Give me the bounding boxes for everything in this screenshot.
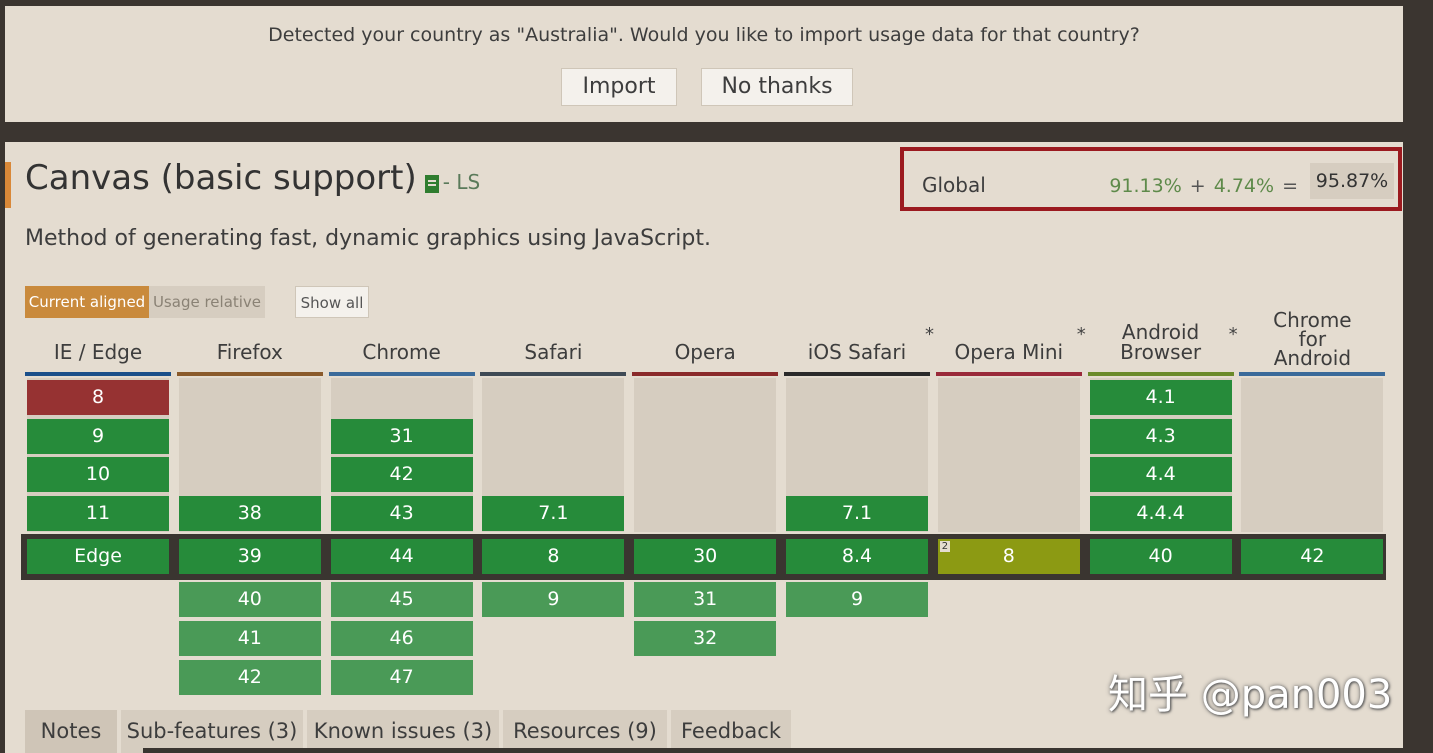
past-column-bg bbox=[634, 378, 777, 532]
past-column-bg bbox=[1241, 378, 1384, 532]
tab-notes[interactable]: Notes bbox=[25, 710, 117, 753]
global-label: Global bbox=[922, 173, 986, 197]
future-version-cell[interactable]: 42 bbox=[178, 659, 321, 695]
browser-color-bar bbox=[1239, 372, 1386, 376]
browser-color-bar bbox=[632, 372, 779, 376]
browser-name: iOS Safari bbox=[807, 340, 907, 364]
version-cell[interactable]: 7.1 bbox=[786, 496, 928, 532]
country-import-banner: Detected your country as "Australia". Wo… bbox=[5, 6, 1403, 122]
equals-sign: = bbox=[1282, 175, 1298, 197]
browser-name: Opera bbox=[674, 340, 736, 364]
show-all-button[interactable]: Show all bbox=[295, 286, 369, 318]
version-cell[interactable]: 9 bbox=[27, 418, 169, 454]
browser-color-bar bbox=[784, 372, 930, 376]
browser-header-1[interactable]: Firefox bbox=[176, 324, 323, 376]
version-cell[interactable]: 31 bbox=[330, 418, 473, 454]
global-partial: 4.74% bbox=[1213, 175, 1275, 197]
browser-header-3[interactable]: Safari bbox=[480, 324, 627, 376]
current-version-cell[interactable]: 42 bbox=[1241, 539, 1384, 574]
global-usage-box: Global 91.13% +4.74% = 95.87% bbox=[900, 147, 1402, 211]
document-icon[interactable] bbox=[424, 175, 439, 193]
current-version-cell[interactable]: 40 bbox=[1089, 539, 1232, 574]
feature-title: Canvas (basic support) bbox=[25, 158, 417, 198]
current-version-cell[interactable]: Edge bbox=[27, 539, 169, 574]
browser-header-7[interactable]: Android Browser * bbox=[1087, 320, 1238, 376]
version-cell[interactable]: 43 bbox=[330, 496, 473, 532]
window-edge bbox=[1405, 0, 1433, 753]
browser-name: Chrome for Android bbox=[1273, 308, 1352, 370]
note-asterisk: * bbox=[1228, 324, 1238, 345]
browser-color-bar bbox=[935, 372, 1082, 376]
browser-header-5[interactable]: iOS Safari * bbox=[784, 324, 934, 376]
feature-title-row: Canvas (basic support) - LS bbox=[25, 158, 480, 198]
future-version-cell[interactable]: 31 bbox=[634, 582, 777, 617]
usage-relative-toggle[interactable]: Usage relative bbox=[149, 286, 265, 318]
version-cell[interactable]: 4.3 bbox=[1089, 418, 1232, 454]
feature-description: Method of generating fast, dynamic graph… bbox=[25, 226, 711, 251]
browser-color-bar bbox=[480, 372, 627, 376]
browser-name: Android Browser bbox=[1120, 320, 1202, 364]
current-aligned-toggle[interactable]: Current aligned bbox=[25, 286, 149, 318]
version-cell[interactable]: 4.1 bbox=[1089, 379, 1232, 415]
current-version-cell[interactable]: 8 bbox=[482, 539, 625, 574]
note-asterisk: * bbox=[1076, 324, 1086, 345]
browser-color-bar bbox=[25, 372, 171, 376]
tab-resources[interactable]: Resources (9) bbox=[503, 710, 667, 753]
tab-underline bbox=[143, 748, 1403, 753]
current-version-cell[interactable]: 39 bbox=[178, 539, 321, 574]
import-button[interactable]: Import bbox=[561, 68, 677, 106]
tab-known-issues[interactable]: Known issues (3) bbox=[307, 710, 499, 753]
browser-name: Chrome bbox=[362, 340, 441, 364]
global-total: 95.87% bbox=[1310, 163, 1394, 199]
browser-name: IE / Edge bbox=[53, 340, 143, 364]
browser-header-2[interactable]: Chrome bbox=[328, 324, 475, 376]
banner-message: Detected your country as "Australia". Wo… bbox=[268, 24, 1140, 46]
version-cell[interactable]: 38 bbox=[178, 496, 321, 532]
current-version-cell[interactable]: 44 bbox=[330, 539, 473, 574]
current-version-cell[interactable]: 8.4 bbox=[786, 539, 928, 574]
version-cell[interactable]: 4.4.4 bbox=[1089, 496, 1232, 532]
version-cell[interactable]: 7.1 bbox=[482, 496, 625, 532]
browser-color-bar bbox=[328, 372, 475, 376]
future-version-cell[interactable]: 9 bbox=[482, 582, 625, 617]
browser-header-6[interactable]: Opera Mini * bbox=[935, 324, 1086, 376]
future-version-cell[interactable]: 47 bbox=[330, 659, 473, 695]
browser-color-bar bbox=[1087, 372, 1234, 376]
note-asterisk: * bbox=[925, 324, 934, 345]
global-supported: 91.13% bbox=[1109, 175, 1182, 197]
browser-header-8[interactable]: Chrome for Android bbox=[1239, 310, 1386, 376]
browser-name: Opera Mini bbox=[954, 340, 1064, 364]
note-number: 2 bbox=[939, 541, 951, 552]
browser-name: Safari bbox=[524, 340, 583, 364]
past-column-bg bbox=[937, 378, 1080, 532]
future-version-cell[interactable]: 46 bbox=[330, 620, 473, 656]
future-version-cell[interactable]: 32 bbox=[634, 620, 777, 656]
future-version-cell[interactable]: 40 bbox=[178, 582, 321, 617]
current-version-cell[interactable]: 82 bbox=[937, 539, 1080, 574]
watermark: 知乎 @pan003 bbox=[1108, 672, 1393, 718]
browser-header-0[interactable]: IE / Edge bbox=[25, 324, 171, 376]
tab-feedback[interactable]: Feedback bbox=[671, 710, 791, 753]
spec-status[interactable]: - LS bbox=[443, 170, 480, 194]
browser-header-4[interactable]: Opera bbox=[632, 324, 779, 376]
plus-sign: + bbox=[1189, 175, 1206, 197]
no-thanks-button[interactable]: No thanks bbox=[701, 68, 853, 106]
browser-name: Firefox bbox=[216, 340, 283, 364]
version-cell[interactable]: 11 bbox=[27, 496, 169, 532]
version-cell[interactable]: 4.4 bbox=[1089, 457, 1232, 493]
current-version-cell[interactable]: 30 bbox=[634, 539, 777, 574]
version-cell[interactable]: 10 bbox=[27, 457, 169, 493]
future-version-cell[interactable]: 45 bbox=[330, 582, 473, 617]
future-version-cell[interactable]: 41 bbox=[178, 620, 321, 656]
tab-sub-features[interactable]: Sub-features (3) bbox=[121, 710, 303, 753]
version-cell[interactable]: 8 bbox=[27, 379, 169, 415]
global-breakdown: 91.13% +4.74% = bbox=[1109, 175, 1306, 197]
future-version-cell[interactable]: 9 bbox=[786, 582, 928, 617]
version-cell[interactable]: 42 bbox=[330, 457, 473, 493]
browser-color-bar bbox=[176, 372, 323, 376]
feature-accent bbox=[5, 162, 11, 208]
